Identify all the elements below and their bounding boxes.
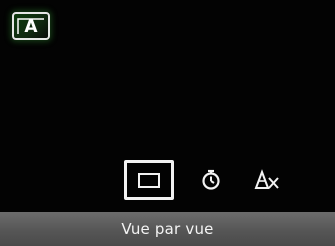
camera-screen: A Vue par vue bbox=[0, 0, 335, 246]
single-shot-option[interactable] bbox=[124, 160, 174, 200]
drive-mode-options bbox=[0, 160, 335, 204]
single-frame-icon bbox=[138, 172, 160, 188]
setting-label-bar: Vue par vue bbox=[0, 212, 335, 246]
mode-letter: A bbox=[24, 17, 38, 37]
remote-option[interactable] bbox=[250, 160, 284, 200]
setting-label: Vue par vue bbox=[121, 220, 214, 238]
shooting-mode-badge: A bbox=[12, 12, 50, 40]
self-timer-icon bbox=[202, 169, 220, 190]
self-timer-option[interactable] bbox=[196, 160, 226, 200]
remote-off-icon bbox=[254, 169, 279, 189]
